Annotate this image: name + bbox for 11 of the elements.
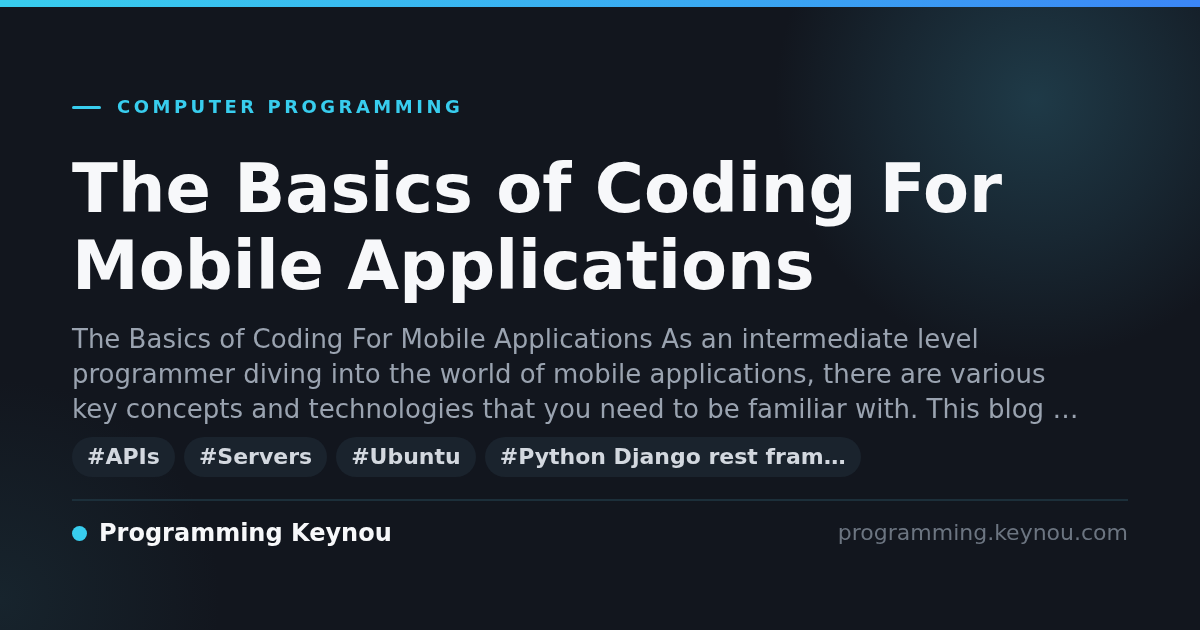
tag-chip[interactable]: #Ubuntu xyxy=(336,437,476,477)
site-name: Programming Keynou xyxy=(99,519,392,547)
tag-chip[interactable]: #Python Django rest fram… xyxy=(484,437,861,477)
category-label: COMPUTER PROGRAMMING xyxy=(117,97,464,117)
tag-chip[interactable]: #Servers xyxy=(183,437,328,477)
site-url: programming.keynou.com xyxy=(837,519,1128,547)
status-dot-icon xyxy=(72,525,87,541)
tag-chip[interactable]: #APIs xyxy=(72,437,175,477)
accent-dash xyxy=(72,105,101,109)
article-excerpt: The Basics of Coding For Mobile Applications As an intermediate level programmer diving into the world of mobile applications, there are various key concepts and technologies that you need to be familiar with. This blog … xyxy=(72,323,1080,426)
article-title: The Basics of Coding For Mobile Applications xyxy=(72,151,1003,305)
